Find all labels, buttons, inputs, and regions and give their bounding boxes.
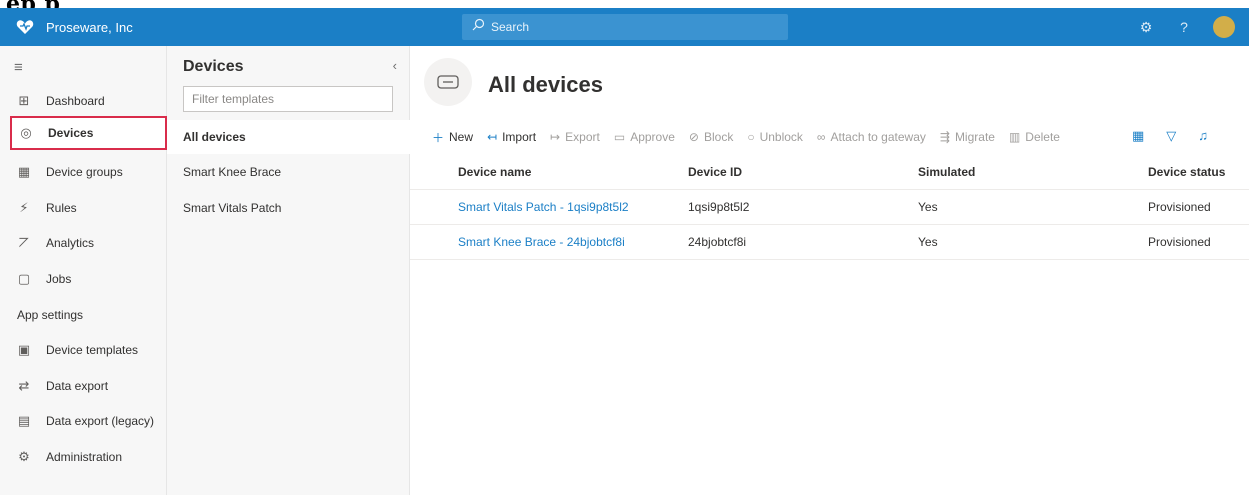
top-bar: Proseware, Inc Search ⚙ ? bbox=[0, 8, 1249, 46]
unblock-button[interactable]: ○ Unblock bbox=[747, 130, 803, 144]
device-templates-panel: Devices ‹ All devices Smart Knee Brace S… bbox=[167, 46, 410, 495]
help-icon[interactable]: ? bbox=[1175, 19, 1193, 35]
brand-name: Proseware, Inc bbox=[46, 19, 133, 35]
export-icon: ↦ bbox=[550, 130, 561, 144]
new-button[interactable]: ＋ New bbox=[432, 129, 473, 146]
template-item-smart-vitals-patch[interactable]: Smart Vitals Patch bbox=[167, 191, 410, 225]
device-status-cell: Provisioned bbox=[1148, 235, 1211, 249]
device-icon bbox=[424, 58, 472, 106]
block-icon: ⊘ bbox=[688, 130, 699, 144]
unblock-icon: ○ bbox=[747, 130, 755, 144]
search-icon bbox=[472, 18, 485, 36]
simulated-cell: Yes bbox=[918, 200, 938, 214]
data-export-legacy-icon: ▤ bbox=[17, 413, 31, 428]
search-input[interactable]: Search bbox=[462, 14, 788, 40]
gear-icon[interactable]: ⚙ bbox=[1137, 19, 1155, 36]
page-title: All devices bbox=[488, 72, 603, 97]
attach-to-gateway-button[interactable]: ∞ Attach to gateway bbox=[817, 130, 926, 144]
column-header-simulated[interactable]: Simulated bbox=[918, 154, 975, 189]
toolbar: ＋ New ↤ Import ↦ Export ▭ Approve ⊘ Block ○ Un… bbox=[432, 128, 1074, 146]
device-id-cell: 1qsi9p8t5l2 bbox=[688, 200, 750, 214]
dashboard-icon: ⊞ bbox=[18, 93, 30, 108]
data-export-icon: ⇄ bbox=[18, 378, 30, 393]
avatar[interactable] bbox=[1213, 16, 1235, 38]
left-navigation: ≡ ⊞ Dashboard ◎ Devices ▦ Device groups … bbox=[0, 46, 167, 495]
nav-item-data-export-legacy[interactable]: ▤ Data export (legacy) bbox=[10, 404, 167, 438]
nav-item-administration[interactable]: ⚙ Administration bbox=[10, 440, 167, 474]
approve-icon: ▭ bbox=[613, 130, 626, 144]
heart-logo-icon bbox=[16, 19, 34, 35]
grid-header-row: Device name Device ID Simulated Device s… bbox=[410, 154, 1249, 190]
export-button[interactable]: ↦ Export bbox=[550, 130, 600, 144]
import-button[interactable]: ↤ Import bbox=[487, 130, 536, 144]
chevron-left-icon[interactable]: ‹ bbox=[393, 58, 397, 73]
nav-item-analytics[interactable]: ⦢ Analytics bbox=[10, 226, 167, 260]
nav-item-rules[interactable]: ⚡ Rules bbox=[10, 191, 167, 225]
device-name-link[interactable]: Smart Vitals Patch - 1qsi9p8t5l2 bbox=[458, 190, 629, 224]
migrate-icon: ⇶ bbox=[939, 130, 950, 144]
table-row[interactable]: Smart Knee Brace - 24bjobtcf8i 24bjobtcf… bbox=[410, 225, 1249, 260]
filter-icon[interactable]: ▽ bbox=[1166, 128, 1176, 144]
column-header-device-id[interactable]: Device ID bbox=[688, 154, 742, 189]
import-icon: ↤ bbox=[487, 130, 498, 144]
nav-item-jobs[interactable]: ▢ Jobs bbox=[10, 262, 167, 296]
table-row[interactable]: Smart Vitals Patch - 1qsi9p8t5l2 1qsi9p8… bbox=[410, 190, 1249, 225]
trash-icon: ▥ bbox=[1008, 130, 1021, 144]
nav-item-device-groups[interactable]: ▦ Device groups bbox=[10, 155, 167, 189]
column-header-device-status[interactable]: Device status bbox=[1148, 154, 1225, 189]
notification-icon[interactable]: ♫ bbox=[1198, 128, 1208, 144]
nav-item-devices[interactable]: ◎ Devices bbox=[10, 116, 167, 150]
approve-button[interactable]: ▭ Approve bbox=[614, 130, 675, 144]
device-groups-icon: ▦ bbox=[17, 164, 31, 179]
search-placeholder: Search bbox=[491, 20, 530, 34]
analytics-icon: ⦢ bbox=[19, 235, 29, 250]
device-templates-icon: ▣ bbox=[17, 342, 31, 357]
panel-title: Devices bbox=[183, 58, 244, 75]
device-name-link[interactable]: Smart Knee Brace - 24bjobtcf8i bbox=[458, 225, 625, 259]
main-content: All devices ＋ New ↤ Import ↦ Export ▭ Approv… bbox=[410, 46, 1249, 495]
rules-icon: ⚡ bbox=[19, 200, 29, 215]
device-status-cell: Provisioned bbox=[1148, 200, 1211, 214]
nav-item-data-export[interactable]: ⇄ Data export bbox=[10, 369, 167, 403]
administration-icon: ⚙ bbox=[18, 449, 30, 464]
brand[interactable]: Proseware, Inc bbox=[0, 8, 410, 46]
device-id-cell: 24bjobtcf8i bbox=[688, 235, 747, 249]
template-item-smart-knee-brace[interactable]: Smart Knee Brace bbox=[167, 155, 410, 189]
nav-item-device-templates[interactable]: ▣ Device templates bbox=[10, 333, 167, 367]
plus-icon: ＋ bbox=[432, 130, 445, 145]
hamburger-menu-icon[interactable]: ≡ bbox=[14, 59, 23, 76]
template-item-all-devices[interactable]: All devices bbox=[167, 120, 410, 154]
block-button[interactable]: ⊘ Block bbox=[689, 130, 733, 144]
top-icons: ⚙ ? bbox=[1137, 8, 1235, 46]
toolbar-right: ▦ ▽ ♫ bbox=[1132, 128, 1208, 144]
jobs-icon: ▢ bbox=[17, 271, 31, 286]
filter-templates-input[interactable] bbox=[183, 86, 393, 112]
link-icon: ∞ bbox=[816, 130, 826, 144]
nav-item-dashboard[interactable]: ⊞ Dashboard bbox=[10, 84, 167, 118]
delete-button[interactable]: ▥ Delete bbox=[1009, 130, 1060, 144]
column-header-device-name[interactable]: Device name bbox=[458, 154, 531, 189]
simulated-cell: Yes bbox=[918, 235, 938, 249]
nav-section-app-settings: App settings bbox=[17, 308, 84, 322]
devices-grid: Device name Device ID Simulated Device s… bbox=[410, 154, 1249, 260]
columns-icon[interactable]: ▦ bbox=[1132, 128, 1144, 144]
devices-icon: ◎ bbox=[20, 125, 32, 140]
migrate-button[interactable]: ⇶ Migrate bbox=[940, 130, 995, 144]
